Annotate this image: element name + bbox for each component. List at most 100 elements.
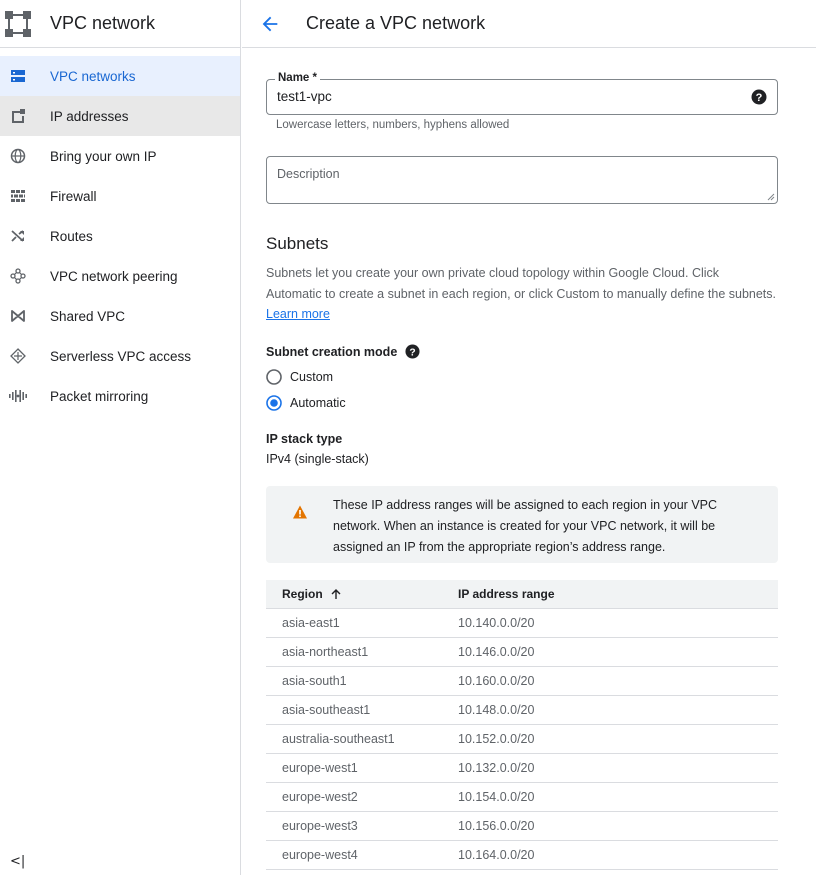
table-body: asia-east1 10.140.0.0/20 asia-northeast1 10… <box>266 609 778 870</box>
packet-mirroring-icon <box>9 387 27 405</box>
ip-addresses-icon <box>9 107 27 125</box>
back-arrow-icon[interactable] <box>259 13 281 35</box>
page-title: Create a VPC network <box>306 13 486 33</box>
info-callout: These IP address ranges will be assigned… <box>266 486 778 563</box>
table-row: asia-southeast1 10.148.0.0/20 <box>266 696 778 725</box>
subnet-mode-label-text: Subnet creation mode <box>266 344 398 359</box>
sidebar-item-serverless-vpc-access[interactable]: Serverless VPC access <box>0 336 240 376</box>
vpc-network-logo <box>5 10 31 37</box>
app-window: VPC network VPC networks IP addresses Br… <box>0 0 816 875</box>
name-field-value: test1-vpc <box>277 89 332 104</box>
description-placeholder: Description <box>277 167 340 181</box>
subnets-description-text: Subnets let you create your own private … <box>266 266 776 301</box>
name-field-label: Name * <box>275 72 320 84</box>
sidebar-item-routes[interactable]: Routes <box>0 216 240 256</box>
svg-text:?: ? <box>756 92 763 104</box>
column-header-label: Region <box>282 587 323 601</box>
sidebar-item-label: VPC networks <box>50 68 136 84</box>
region-cell: asia-northeast1 <box>282 645 369 659</box>
resize-grip-icon[interactable] <box>767 193 775 201</box>
column-header-ip-range[interactable]: IP address range <box>458 587 555 601</box>
ip-range-cell: 10.164.0.0/20 <box>458 848 535 862</box>
region-cell: australia-southeast1 <box>282 732 395 746</box>
ip-stack-value: IPv4 (single-stack) <box>266 452 369 466</box>
table-row: australia-southeast1 10.152.0.0/20 <box>266 725 778 754</box>
sidebar-item-label: Shared VPC <box>50 308 126 324</box>
region-cell: europe-west3 <box>282 819 358 833</box>
table-row: europe-west2 10.154.0.0/20 <box>266 783 778 812</box>
region-cell: europe-west1 <box>282 761 358 775</box>
ip-range-cell: 10.154.0.0/20 <box>458 790 535 804</box>
subnets-title: Subnets <box>266 234 329 253</box>
sidebar-item-label: Routes <box>50 228 93 244</box>
region-cell: asia-south1 <box>282 674 347 688</box>
ip-range-cell: 10.160.0.0/20 <box>458 674 535 688</box>
help-icon[interactable]: ? <box>751 89 767 105</box>
region-cell: europe-west2 <box>282 790 358 804</box>
main-header: Create a VPC network <box>242 0 816 48</box>
table-row: asia-south1 10.160.0.0/20 <box>266 667 778 696</box>
radio-custom-label: Custom <box>290 370 334 384</box>
table-row: asia-northeast1 10.146.0.0/20 <box>266 638 778 667</box>
sidebar-nav: VPC networks IP addresses Bring your own… <box>0 48 240 416</box>
vpc-networks-icon <box>9 67 27 85</box>
ip-range-cell: 10.146.0.0/20 <box>458 645 535 659</box>
table-row: europe-west3 10.156.0.0/20 <box>266 812 778 841</box>
sidebar: VPC network VPC networks IP addresses Br… <box>0 0 241 875</box>
ip-range-cell: 10.132.0.0/20 <box>458 761 535 775</box>
sidebar-item-label: Firewall <box>50 188 97 204</box>
column-header-region[interactable]: Region <box>266 587 458 601</box>
warning-icon <box>293 505 307 519</box>
svg-text:?: ? <box>410 347 416 358</box>
sidebar-item-bring-your-own-ip[interactable]: Bring your own IP <box>0 136 240 176</box>
region-cell: asia-east1 <box>282 616 340 630</box>
help-icon[interactable]: ? <box>405 344 420 359</box>
column-header-label: IP address range <box>458 587 555 601</box>
routes-icon <box>9 227 27 245</box>
ip-range-cell: 10.148.0.0/20 <box>458 703 535 717</box>
sidebar-item-vpc-network-peering[interactable]: VPC network peering <box>0 256 240 296</box>
ip-stack-label: IP stack type <box>266 432 343 446</box>
name-hint: Lowercase letters, numbers, hyphens allo… <box>276 119 510 131</box>
region-cell: asia-southeast1 <box>282 703 371 717</box>
radio-automatic[interactable]: Automatic <box>266 395 346 411</box>
table-row: europe-west1 10.132.0.0/20 <box>266 754 778 783</box>
sidebar-item-packet-mirroring[interactable]: Packet mirroring <box>0 376 240 416</box>
table-row: asia-east1 10.140.0.0/20 <box>266 609 778 638</box>
sidebar-item-label: Serverless VPC access <box>50 348 192 364</box>
radio-unchecked-icon[interactable] <box>266 369 282 385</box>
ip-range-cell: 10.152.0.0/20 <box>458 732 535 746</box>
serverless-icon <box>9 347 27 365</box>
sort-ascending-icon[interactable] <box>330 588 342 600</box>
radio-checked-icon[interactable] <box>266 395 282 411</box>
collapse-sidebar-button[interactable]: <| <box>10 854 25 869</box>
name-field[interactable]: Name * test1-vpc ? <box>266 72 778 115</box>
sidebar-item-shared-vpc[interactable]: Shared VPC <box>0 296 240 336</box>
sidebar-item-label: VPC network peering <box>50 268 178 284</box>
sidebar-item-label: Packet mirroring <box>50 388 149 404</box>
sidebar-header: VPC network <box>0 0 240 48</box>
radio-automatic-label: Automatic <box>290 396 346 410</box>
table-row: europe-west4 10.164.0.0/20 <box>266 841 778 870</box>
globe-icon <box>9 147 27 165</box>
sidebar-item-vpc-networks[interactable]: VPC networks <box>0 56 240 96</box>
main-panel: Create a VPC network Name * test1-vpc ? … <box>242 0 816 875</box>
shared-vpc-icon <box>9 307 27 325</box>
table-header: Region IP address range <box>266 580 778 609</box>
sidebar-item-label: IP addresses <box>50 108 129 124</box>
ip-range-cell: 10.140.0.0/20 <box>458 616 535 630</box>
learn-more-link[interactable]: Learn more <box>266 307 330 321</box>
subnet-mode-label: Subnet creation mode ? <box>266 344 420 359</box>
callout-text: These IP address ranges will be assigned… <box>333 498 718 554</box>
peering-icon <box>9 267 27 285</box>
sidebar-title: VPC network <box>50 13 156 33</box>
sidebar-item-ip-addresses[interactable]: IP addresses <box>0 96 240 136</box>
sidebar-item-label: Bring your own IP <box>50 148 157 164</box>
region-cell: europe-west4 <box>282 848 358 862</box>
sidebar-item-firewall[interactable]: Firewall <box>0 176 240 216</box>
ip-range-cell: 10.156.0.0/20 <box>458 819 535 833</box>
radio-custom[interactable]: Custom <box>266 369 333 385</box>
firewall-icon <box>9 187 27 205</box>
subnets-description: Subnets let you create your own private … <box>266 263 776 325</box>
description-field[interactable]: Description <box>266 156 778 204</box>
